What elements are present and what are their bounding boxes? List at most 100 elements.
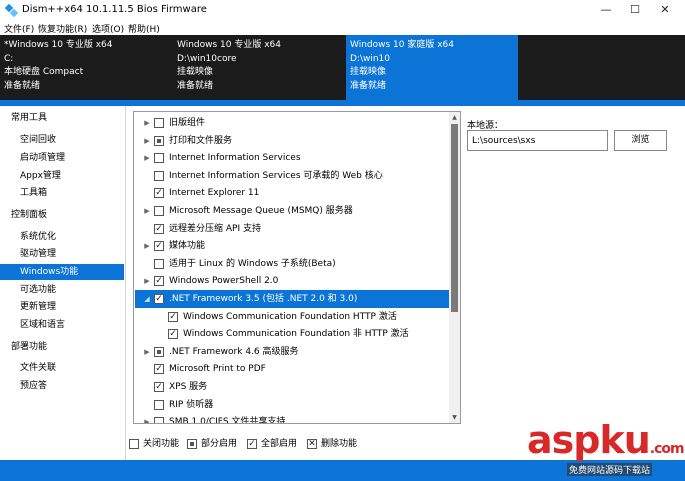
sidebar-item-answer-file[interactable]: 预应答 xyxy=(0,378,124,394)
feature-row[interactable]: ▶ Microsoft Message Queue (MSMQ) 服务器 xyxy=(135,202,449,220)
feature-row[interactable]: ✓ Microsoft Print to PDF xyxy=(135,360,449,378)
feature-label: 打印和文件服务 xyxy=(169,135,233,146)
legend-label: 全部启用 xyxy=(261,439,298,449)
expand-arrow-icon[interactable]: ▶ xyxy=(143,149,151,167)
feature-row[interactable]: ▶ SMB 1.0/CIFS 文件共享支持 xyxy=(135,413,449,423)
sidebar-item-optional-features[interactable]: 可选功能 xyxy=(0,282,124,298)
collapse-arrow-icon[interactable]: ◢ xyxy=(143,290,151,308)
feature-checkbox[interactable] xyxy=(154,118,164,128)
feature-row[interactable]: ✓ Windows Communication Foundation 非 HTTP… xyxy=(135,325,449,343)
menu-help[interactable]: 帮助(H) xyxy=(128,22,160,35)
menu-file[interactable]: 文件(F) xyxy=(4,22,34,35)
close-button[interactable]: ✕ xyxy=(651,0,679,20)
sidebar-category-deployment[interactable]: 部署功能 xyxy=(0,339,124,355)
expand-arrow-icon[interactable]: ▶ xyxy=(143,114,151,132)
feature-checkbox[interactable]: ✓ xyxy=(154,276,164,287)
feature-label: Windows PowerShell 2.0 xyxy=(169,276,279,287)
feature-row[interactable]: ▶ ✓ 媒体功能 xyxy=(135,237,449,255)
feature-checkbox[interactable] xyxy=(154,346,164,357)
checkbox-removed-icon: ✕ xyxy=(307,439,317,449)
sidebar-category-control-panel[interactable]: 控制面板 xyxy=(0,207,124,223)
feature-row[interactable]: ▶ Internet Information Services xyxy=(135,149,449,167)
feature-row[interactable]: ✓ 远程差分压缩 API 支持 xyxy=(135,220,449,238)
expand-arrow-icon[interactable]: ▶ xyxy=(143,413,151,423)
os-image-path: D:\win10core xyxy=(177,53,237,64)
sidebar-item-windows-features[interactable]: Windows功能 xyxy=(0,264,124,280)
feature-checkbox[interactable]: ✓ xyxy=(154,294,164,304)
sidebar-item-toolbox[interactable]: 工具箱 xyxy=(0,185,124,201)
feature-row[interactable]: ✓ Windows Communication Foundation HTTP 激… xyxy=(135,308,449,326)
os-image-status: 准备就绪 xyxy=(350,80,387,91)
feature-checkbox[interactable]: ✓ xyxy=(154,382,164,392)
local-source-input[interactable] xyxy=(467,130,608,151)
watermark-logo: aspku.com xyxy=(527,418,685,462)
sidebar-item-optimize[interactable]: 系统优化 xyxy=(0,229,124,245)
feature-label: .NET Framework 4.6 高级服务 xyxy=(169,346,299,357)
os-image-name: Windows 10 家庭版 x64 xyxy=(350,40,454,50)
feature-checkbox[interactable]: ✓ xyxy=(154,241,164,252)
sidebar-category-common-tools[interactable]: 常用工具 xyxy=(0,110,124,126)
feature-label: Microsoft Message Queue (MSMQ) 服务器 xyxy=(169,206,353,216)
feature-row[interactable]: RIP 侦听器 xyxy=(135,396,449,414)
checkbox-checked-icon: ✓ xyxy=(247,439,257,449)
feature-row[interactable]: 适用于 Linux 的 Windows 子系统(Beta) xyxy=(135,255,449,273)
os-image-path: C: xyxy=(4,53,14,64)
feature-row[interactable]: Internet Information Services 可承载的 Web 核… xyxy=(135,167,449,185)
feature-checkbox[interactable]: ✓ xyxy=(154,364,164,375)
expand-arrow-icon[interactable]: ▶ xyxy=(143,202,151,220)
os-image-2[interactable]: Windows 10 家庭版 x64 D:\win10 挂载映像 准备就绪 xyxy=(346,35,518,100)
browse-button[interactable]: 浏览 xyxy=(614,130,667,151)
feature-checkbox[interactable] xyxy=(154,258,164,269)
feature-checkbox[interactable] xyxy=(154,206,164,216)
feature-row[interactable]: ▶ 打印和文件服务 xyxy=(135,132,449,150)
feature-label: 远程差分压缩 API 支持 xyxy=(169,223,261,234)
feature-checkbox[interactable] xyxy=(154,170,164,181)
maximize-button[interactable]: ☐ xyxy=(621,0,649,20)
feature-label: Windows Communication Foundation 非 HTTP … xyxy=(183,329,409,340)
features-tree[interactable]: ▶ 旧版组件 ▶ 打印和文件服务 ▶ Internet Information Servi… xyxy=(133,111,461,424)
feature-row[interactable]: ▶ ✓ Windows PowerShell 2.0 xyxy=(135,272,449,290)
feature-checkbox[interactable]: ✓ xyxy=(168,329,178,340)
tree-scrollbar[interactable]: ▲ ▼ xyxy=(449,112,460,423)
feature-label: Internet Explorer 11 xyxy=(169,188,260,199)
feature-label: Internet Information Services 可承载的 Web 核… xyxy=(169,170,383,181)
menu-restore[interactable]: 恢复功能(R) xyxy=(38,22,87,35)
os-image-name: Windows 10 专业版 x64 xyxy=(177,40,281,50)
sidebar-item-updates[interactable]: 更新管理 xyxy=(0,299,124,315)
feature-checkbox[interactable] xyxy=(154,417,164,423)
feature-checkbox[interactable]: ✓ xyxy=(154,223,164,234)
os-image-status: 准备就绪 xyxy=(177,80,214,91)
expand-arrow-icon[interactable]: ▶ xyxy=(143,272,151,290)
os-image-path: D:\win10 xyxy=(350,53,391,64)
scrollbar-thumb[interactable] xyxy=(451,124,458,312)
os-image-0[interactable]: *Windows 10 专业版 x64 C: 本地硬盘 Compact 准备就绪 xyxy=(0,35,172,100)
minimize-button[interactable]: — xyxy=(592,0,620,20)
sidebar-item-file-assoc[interactable]: 文件关联 xyxy=(0,360,124,376)
expand-arrow-icon[interactable]: ▶ xyxy=(143,343,151,361)
title-bar: Dism++x64 10.1.11.5 Bios Firmware — ☐ ✕ xyxy=(0,0,685,20)
feature-row[interactable]: ▶ 旧版组件 xyxy=(135,114,449,132)
sidebar-item-space-cleanup[interactable]: 空间回收 xyxy=(0,132,124,148)
sidebar-item-startup[interactable]: 启动项管理 xyxy=(0,150,124,166)
menu-options[interactable]: 选项(O) xyxy=(92,22,124,35)
sidebar-item-appx[interactable]: Appx管理 xyxy=(0,168,124,184)
os-image-type: 本地硬盘 Compact xyxy=(4,67,84,77)
feature-checkbox[interactable] xyxy=(154,153,164,164)
feature-checkbox[interactable]: ✓ xyxy=(154,188,164,199)
feature-row[interactable]: ✓ Internet Explorer 11 xyxy=(135,184,449,202)
scroll-down-icon[interactable]: ▼ xyxy=(449,412,460,423)
sidebar-item-region-language[interactable]: 区域和语言 xyxy=(0,317,124,333)
sidebar-item-drivers[interactable]: 驱动管理 xyxy=(0,246,124,262)
scroll-up-icon[interactable]: ▲ xyxy=(449,112,460,123)
feature-checkbox[interactable]: ✓ xyxy=(168,311,178,322)
legend-label: 删除功能 xyxy=(321,439,358,449)
os-image-1[interactable]: Windows 10 专业版 x64 D:\win10core 挂载映像 准备就… xyxy=(173,35,345,100)
feature-checkbox[interactable] xyxy=(154,135,164,146)
feature-row[interactable]: ✓ XPS 服务 xyxy=(135,378,449,396)
watermark-subtitle: 免费网站源码下载站 xyxy=(567,463,653,476)
feature-row[interactable]: ▶ .NET Framework 4.6 高级服务 xyxy=(135,343,449,361)
feature-row[interactable]: ◢ ✓ .NET Framework 3.5 (包括 .NET 2.0 和 3.0) xyxy=(135,290,449,308)
expand-arrow-icon[interactable]: ▶ xyxy=(143,132,151,150)
feature-checkbox[interactable] xyxy=(154,399,164,410)
expand-arrow-icon[interactable]: ▶ xyxy=(143,237,151,255)
